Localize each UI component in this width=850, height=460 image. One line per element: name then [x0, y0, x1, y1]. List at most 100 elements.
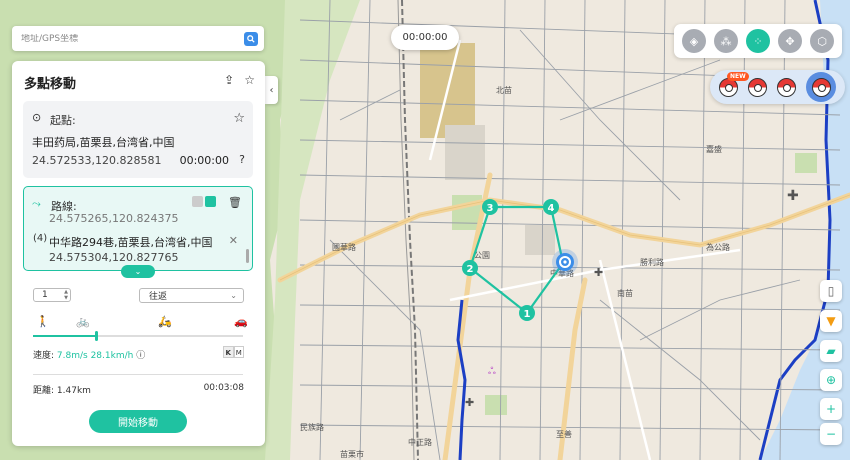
speed-slider-fill: [33, 335, 96, 337]
expand-route-button[interactable]: ⌄: [121, 265, 155, 278]
mode-toolbar: ◈ ⁂ ⁘ ✥ ⬡: [674, 24, 842, 58]
favorite-add-icon[interactable]: ☆: [244, 73, 255, 87]
waypoint-3[interactable]: 3: [482, 199, 498, 215]
bicycle-poi-icon: ஃ: [488, 366, 496, 377]
pokeball-icon-3[interactable]: [777, 77, 796, 97]
search-bar: [12, 26, 264, 51]
route-icon: ⤳: [32, 197, 41, 210]
favorite-folder-icon[interactable]: ▰: [820, 340, 842, 362]
speed-help-icon[interactable]: ⓘ: [136, 351, 145, 361]
export-icon[interactable]: ⇪: [224, 73, 234, 87]
map-label-road-ne: 勝利路: [640, 257, 664, 267]
walk-icon[interactable]: 🚶: [36, 315, 50, 328]
speed-unit-toggle[interactable]: K M: [223, 346, 244, 358]
close-icon[interactable]: ✕: [229, 234, 238, 247]
waypoint-2[interactable]: 2: [462, 260, 478, 276]
map-label-district-bottom: 苗栗市: [340, 449, 364, 459]
shirt-icon[interactable]: ▼: [820, 310, 842, 332]
start-point-card: ⊙ 起點: ☆ 丰田药局,苗栗县,台湾省,中国 24.572533,120.82…: [23, 101, 253, 178]
map-label-road-sw: 民族路: [300, 422, 324, 432]
stop-coords: 24.575304,120.827765: [49, 251, 179, 264]
search-button[interactable]: [244, 31, 258, 46]
favorite-star-icon[interactable]: ☆: [233, 111, 245, 126]
locate-icon[interactable]: ⊕: [820, 369, 842, 391]
repeat-count-stepper[interactable]: 1 ▲ ▼: [33, 288, 71, 302]
chevron-down-icon: ⌄: [230, 291, 237, 300]
start-address: 丰田药局,苗栗县,台湾省,中国: [32, 136, 175, 149]
new-badge: NEW: [727, 72, 749, 81]
stepper-arrows-icon[interactable]: ▲ ▼: [64, 289, 68, 301]
distance-readout: 距離: 1.47km: [33, 383, 91, 396]
svg-text:3: 3: [487, 203, 494, 214]
cross-icon: ✚: [594, 266, 603, 279]
map-label-road-south: 中正路: [408, 437, 432, 447]
timer-display: 00:00:00: [391, 25, 459, 50]
pokeball-selected-icon[interactable]: [806, 72, 836, 102]
pokeball-icon-4: [811, 77, 831, 97]
route-card: ⤳ 路線: 🗑 24.575265,120.824375 (4) 中华路294巷…: [23, 186, 253, 271]
svg-text:2: 2: [467, 264, 474, 275]
speed-slider-handle[interactable]: [95, 331, 98, 341]
location-pin-icon: ⊙: [32, 111, 42, 124]
edit-route-icon[interactable]: [205, 196, 216, 207]
panel-title: 多點移動: [24, 77, 77, 92]
chevron-down-icon: ⌄: [134, 267, 142, 276]
cross-icon-2: ✚: [465, 396, 474, 409]
trash-icon[interactable]: 🗑: [228, 196, 242, 209]
collapse-panel-button[interactable]: ‹: [265, 76, 278, 104]
zoom-out-icon[interactable]: −: [820, 423, 842, 445]
divider: [33, 374, 243, 375]
stop-index-badge: (4): [33, 233, 48, 244]
two-spot-mode-icon[interactable]: ⁂: [714, 29, 738, 53]
map-label-road-west: 國華路: [332, 242, 356, 252]
stop-index: 4: [36, 233, 44, 244]
waypoint-4[interactable]: 4: [543, 199, 559, 215]
distance-label: 距離:: [33, 386, 55, 396]
multi-spot-mode-icon[interactable]: ⁘: [746, 29, 770, 53]
speed-label: 速度:: [33, 351, 55, 361]
help-icon[interactable]: ?: [239, 153, 245, 166]
import-gpx-icon[interactable]: [192, 196, 203, 207]
church-icon: ✚: [787, 188, 799, 204]
pokeball-icon-2[interactable]: [748, 77, 767, 97]
map-label-district-mid: 至善: [556, 429, 572, 439]
start-coords: 24.572533,120.828581: [32, 154, 162, 167]
map-label-west: 公園: [474, 251, 490, 260]
repeat-mode-select[interactable]: 往返 ⌄: [139, 288, 244, 303]
speed-readout: 速度: 7.8m/s 28.1km/h ⓘ: [33, 348, 145, 361]
svg-text:4: 4: [548, 203, 555, 214]
phone-icon[interactable]: ▯: [820, 280, 842, 302]
bicycle-icon[interactable]: 🚲: [76, 315, 90, 328]
stop-address: 中华路294巷,苗栗县,台湾省,中国: [49, 236, 213, 249]
waypoint-1[interactable]: 1: [519, 305, 535, 321]
car-icon[interactable]: 🚗: [234, 315, 248, 328]
teleport-mode-icon[interactable]: ◈: [682, 29, 706, 53]
repeat-mode-value: 往返: [149, 292, 168, 302]
unit-km-option[interactable]: K: [223, 346, 234, 358]
speed-slider[interactable]: [33, 331, 243, 341]
prev-stop-coords: 24.575265,120.824375: [49, 212, 179, 225]
multi-spot-panel: 多點移動 ⇪ ☆ ⊙ 起點: ☆ 丰田药局,苗栗县,台湾省,中国 24.5725…: [12, 61, 265, 446]
speed-value: 7.8m/s 28.1km/h: [56, 351, 134, 361]
map-label-south: 南苗: [617, 288, 633, 298]
chevron-left-icon: ‹: [269, 84, 274, 96]
joystick-mode-icon[interactable]: ✥: [778, 29, 802, 53]
distance-value: 1.47km: [56, 386, 91, 396]
start-move-button[interactable]: 開始移動: [89, 410, 187, 433]
current-location-marker: [552, 249, 578, 275]
scooter-icon[interactable]: 🛵: [158, 315, 172, 328]
start-label: 起點:: [50, 114, 76, 127]
start-time: 00:00:00: [179, 154, 229, 167]
map-label-north: 北苗: [496, 86, 512, 95]
duration-value: 00:03:08: [203, 383, 244, 393]
repeat-count: 1: [42, 290, 48, 300]
search-input[interactable]: [12, 33, 244, 44]
svg-text:1: 1: [524, 309, 531, 320]
map-label-road-east: 為公路: [706, 242, 730, 252]
map-label-east: 嘉盛: [706, 144, 722, 154]
zoom-in-icon[interactable]: +: [820, 398, 842, 420]
route-scrollbar[interactable]: [246, 249, 249, 263]
unit-mile-option[interactable]: M: [233, 346, 244, 358]
search-icon: [247, 34, 255, 43]
jump-mode-icon[interactable]: ⬡: [810, 29, 834, 53]
